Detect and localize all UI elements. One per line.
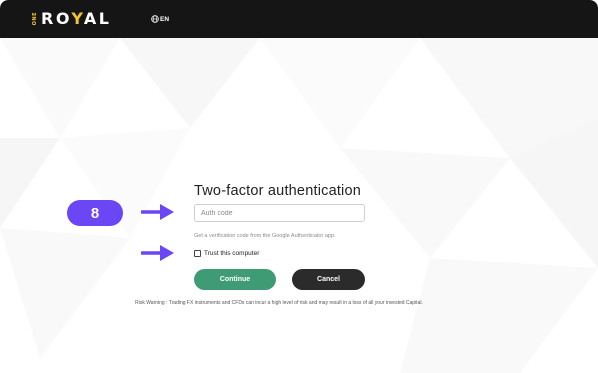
logo-word: ROYAL — [41, 11, 112, 27]
logo-word-start: RO — [41, 9, 72, 28]
trust-computer-checkbox[interactable] — [194, 250, 201, 257]
page-title: Two-factor authentication — [194, 183, 362, 199]
page: ONE ROYAL EN Two-factor authentication G… — [0, 0, 598, 373]
logo-word-end: AL — [83, 9, 112, 28]
logo-prefix: ONE — [32, 12, 38, 26]
trust-computer-label: Trust this computer — [204, 250, 260, 257]
trust-computer-option[interactable]: Trust this computer — [194, 249, 259, 258]
logo-word-accent: Y — [71, 9, 84, 28]
continue-button[interactable]: Continue — [194, 269, 276, 290]
cancel-button[interactable]: Cancel — [292, 269, 365, 290]
auth-code-input[interactable] — [194, 204, 365, 222]
language-selector[interactable]: EN — [151, 13, 169, 25]
arrow-right-icon — [141, 204, 174, 220]
language-label: EN — [160, 15, 170, 23]
hint-text: Get a verification code from the Google … — [194, 233, 336, 239]
top-bar: ONE ROYAL EN — [0, 0, 598, 38]
logo[interactable]: ONE ROYAL — [32, 9, 112, 29]
globe-icon — [151, 15, 159, 23]
step-badge: 8 — [67, 200, 123, 226]
risk-warning: Risk Warning : Trading FX instruments an… — [135, 300, 423, 306]
arrow-right-icon — [141, 245, 174, 261]
